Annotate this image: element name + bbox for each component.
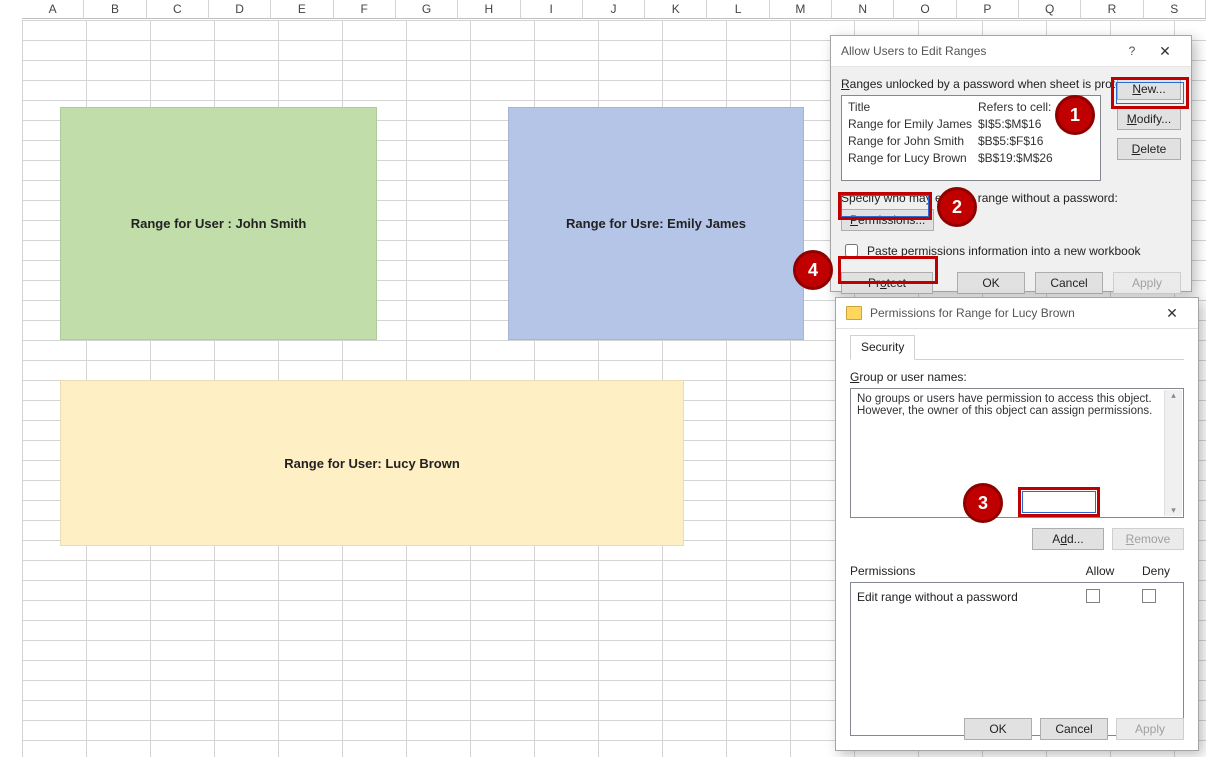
column-header[interactable]: O	[894, 0, 956, 19]
paste-permissions-checkbox[interactable]	[845, 244, 858, 257]
tab-strip: Security	[850, 335, 1184, 360]
delete-button[interactable]: Delete	[1117, 138, 1181, 160]
column-header[interactable]: D	[209, 0, 271, 19]
col-title: Title	[848, 100, 978, 114]
apply-button[interactable]: Apply	[1113, 272, 1181, 294]
cancel-button[interactable]: Cancel	[1040, 718, 1108, 740]
range-label: Range for User : John Smith	[131, 216, 307, 231]
column-header[interactable]: F	[334, 0, 396, 19]
paste-permissions-label: Paste permissions information into a new…	[867, 244, 1141, 258]
range-block-john-smith: Range for User : John Smith	[60, 107, 377, 340]
column-header[interactable]: S	[1144, 0, 1206, 19]
column-header[interactable]: G	[396, 0, 458, 19]
deny-column-header: Deny	[1128, 564, 1184, 578]
range-list-row[interactable]: Range for Lucy Brown$B$19:$M$26	[848, 150, 1094, 167]
dialog-title: Allow Users to Edit Ranges	[841, 44, 1117, 58]
column-header[interactable]: B	[84, 0, 146, 19]
row-header-column	[0, 20, 23, 757]
add-button[interactable]: Add...	[1032, 528, 1104, 550]
range-ref: $B$5:$F$16	[978, 133, 1043, 150]
close-button[interactable]: ✕	[1154, 305, 1190, 322]
range-block-emily-james: Range for Usre: Emily James	[508, 107, 804, 340]
column-header[interactable]: P	[957, 0, 1019, 19]
permissions-table: Edit range without a password	[850, 582, 1184, 736]
column-header[interactable]: L	[707, 0, 769, 19]
permission-row: Edit range without a password	[857, 587, 1177, 607]
folder-icon	[846, 306, 862, 320]
column-headers: ABCDEFGHIJKLMNOPQRS	[22, 0, 1206, 19]
callout-2: 2	[937, 187, 977, 227]
permission-entry-label: Edit range without a password	[857, 590, 1065, 604]
apply-button[interactable]: Apply	[1116, 718, 1184, 740]
column-header[interactable]: E	[271, 0, 333, 19]
range-ref: $I$5:$M$16	[978, 116, 1041, 133]
column-header[interactable]: H	[458, 0, 520, 19]
permissions-button[interactable]: Permissions...	[841, 209, 934, 231]
new-button[interactable]: New...	[1117, 78, 1181, 100]
allow-users-to-edit-ranges-dialog: Allow Users to Edit Ranges ? ✕ Ranges un…	[830, 35, 1192, 292]
help-button[interactable]: ?	[1117, 44, 1147, 58]
specify-caption: Specify who may edit the range without a…	[841, 191, 1181, 205]
callout-1: 1	[1055, 95, 1095, 135]
names-text: No groups or users have permission to ac…	[857, 393, 1152, 417]
range-title: Range for Emily James	[848, 116, 978, 133]
column-header[interactable]: J	[583, 0, 645, 19]
close-button[interactable]: ✕	[1147, 43, 1183, 60]
callout-3: 3	[963, 483, 1003, 523]
allow-checkbox[interactable]	[1086, 589, 1100, 603]
deny-checkbox[interactable]	[1142, 589, 1156, 603]
range-ref: $B$19:$M$26	[978, 150, 1053, 167]
column-header[interactable]: C	[147, 0, 209, 19]
range-block-lucy-brown: Range for User: Lucy Brown	[60, 380, 684, 546]
dialog-title: Permissions for Range for Lucy Brown	[870, 306, 1154, 320]
remove-button[interactable]: Remove	[1112, 528, 1184, 550]
modify-button[interactable]: Modify...	[1117, 108, 1181, 130]
column-header[interactable]: R	[1081, 0, 1143, 19]
allow-column-header: Allow	[1072, 564, 1128, 578]
range-title: Range for Lucy Brown	[848, 150, 978, 167]
group-label: Group or user names:	[850, 370, 1184, 384]
column-header[interactable]: N	[832, 0, 894, 19]
ok-button[interactable]: OK	[957, 272, 1025, 294]
column-header[interactable]: A	[22, 0, 84, 19]
scrollbar[interactable]	[1164, 390, 1182, 516]
range-list-row[interactable]: Range for John Smith$B$5:$F$16	[848, 133, 1094, 150]
range-title: Range for John Smith	[848, 133, 978, 150]
cancel-button[interactable]: Cancel	[1035, 272, 1103, 294]
column-header[interactable]: M	[770, 0, 832, 19]
protect-sheet-button[interactable]: Protect Sheet...	[841, 272, 933, 294]
tab-security[interactable]: Security	[850, 335, 915, 360]
column-header[interactable]: Q	[1019, 0, 1081, 19]
range-label: Range for User: Lucy Brown	[284, 456, 460, 471]
ok-button[interactable]: OK	[964, 718, 1032, 740]
permissions-caption: Permissions	[850, 564, 1072, 578]
permissions-dialog: Permissions for Range for Lucy Brown ✕ S…	[835, 297, 1199, 751]
range-label: Range for Usre: Emily James	[566, 216, 746, 231]
col-refers: Refers to cell:	[978, 100, 1051, 114]
group-names-listbox[interactable]: No groups or users have permission to ac…	[850, 388, 1184, 518]
column-header[interactable]: K	[645, 0, 707, 19]
callout-4: 4	[793, 250, 833, 290]
column-header[interactable]: I	[521, 0, 583, 19]
